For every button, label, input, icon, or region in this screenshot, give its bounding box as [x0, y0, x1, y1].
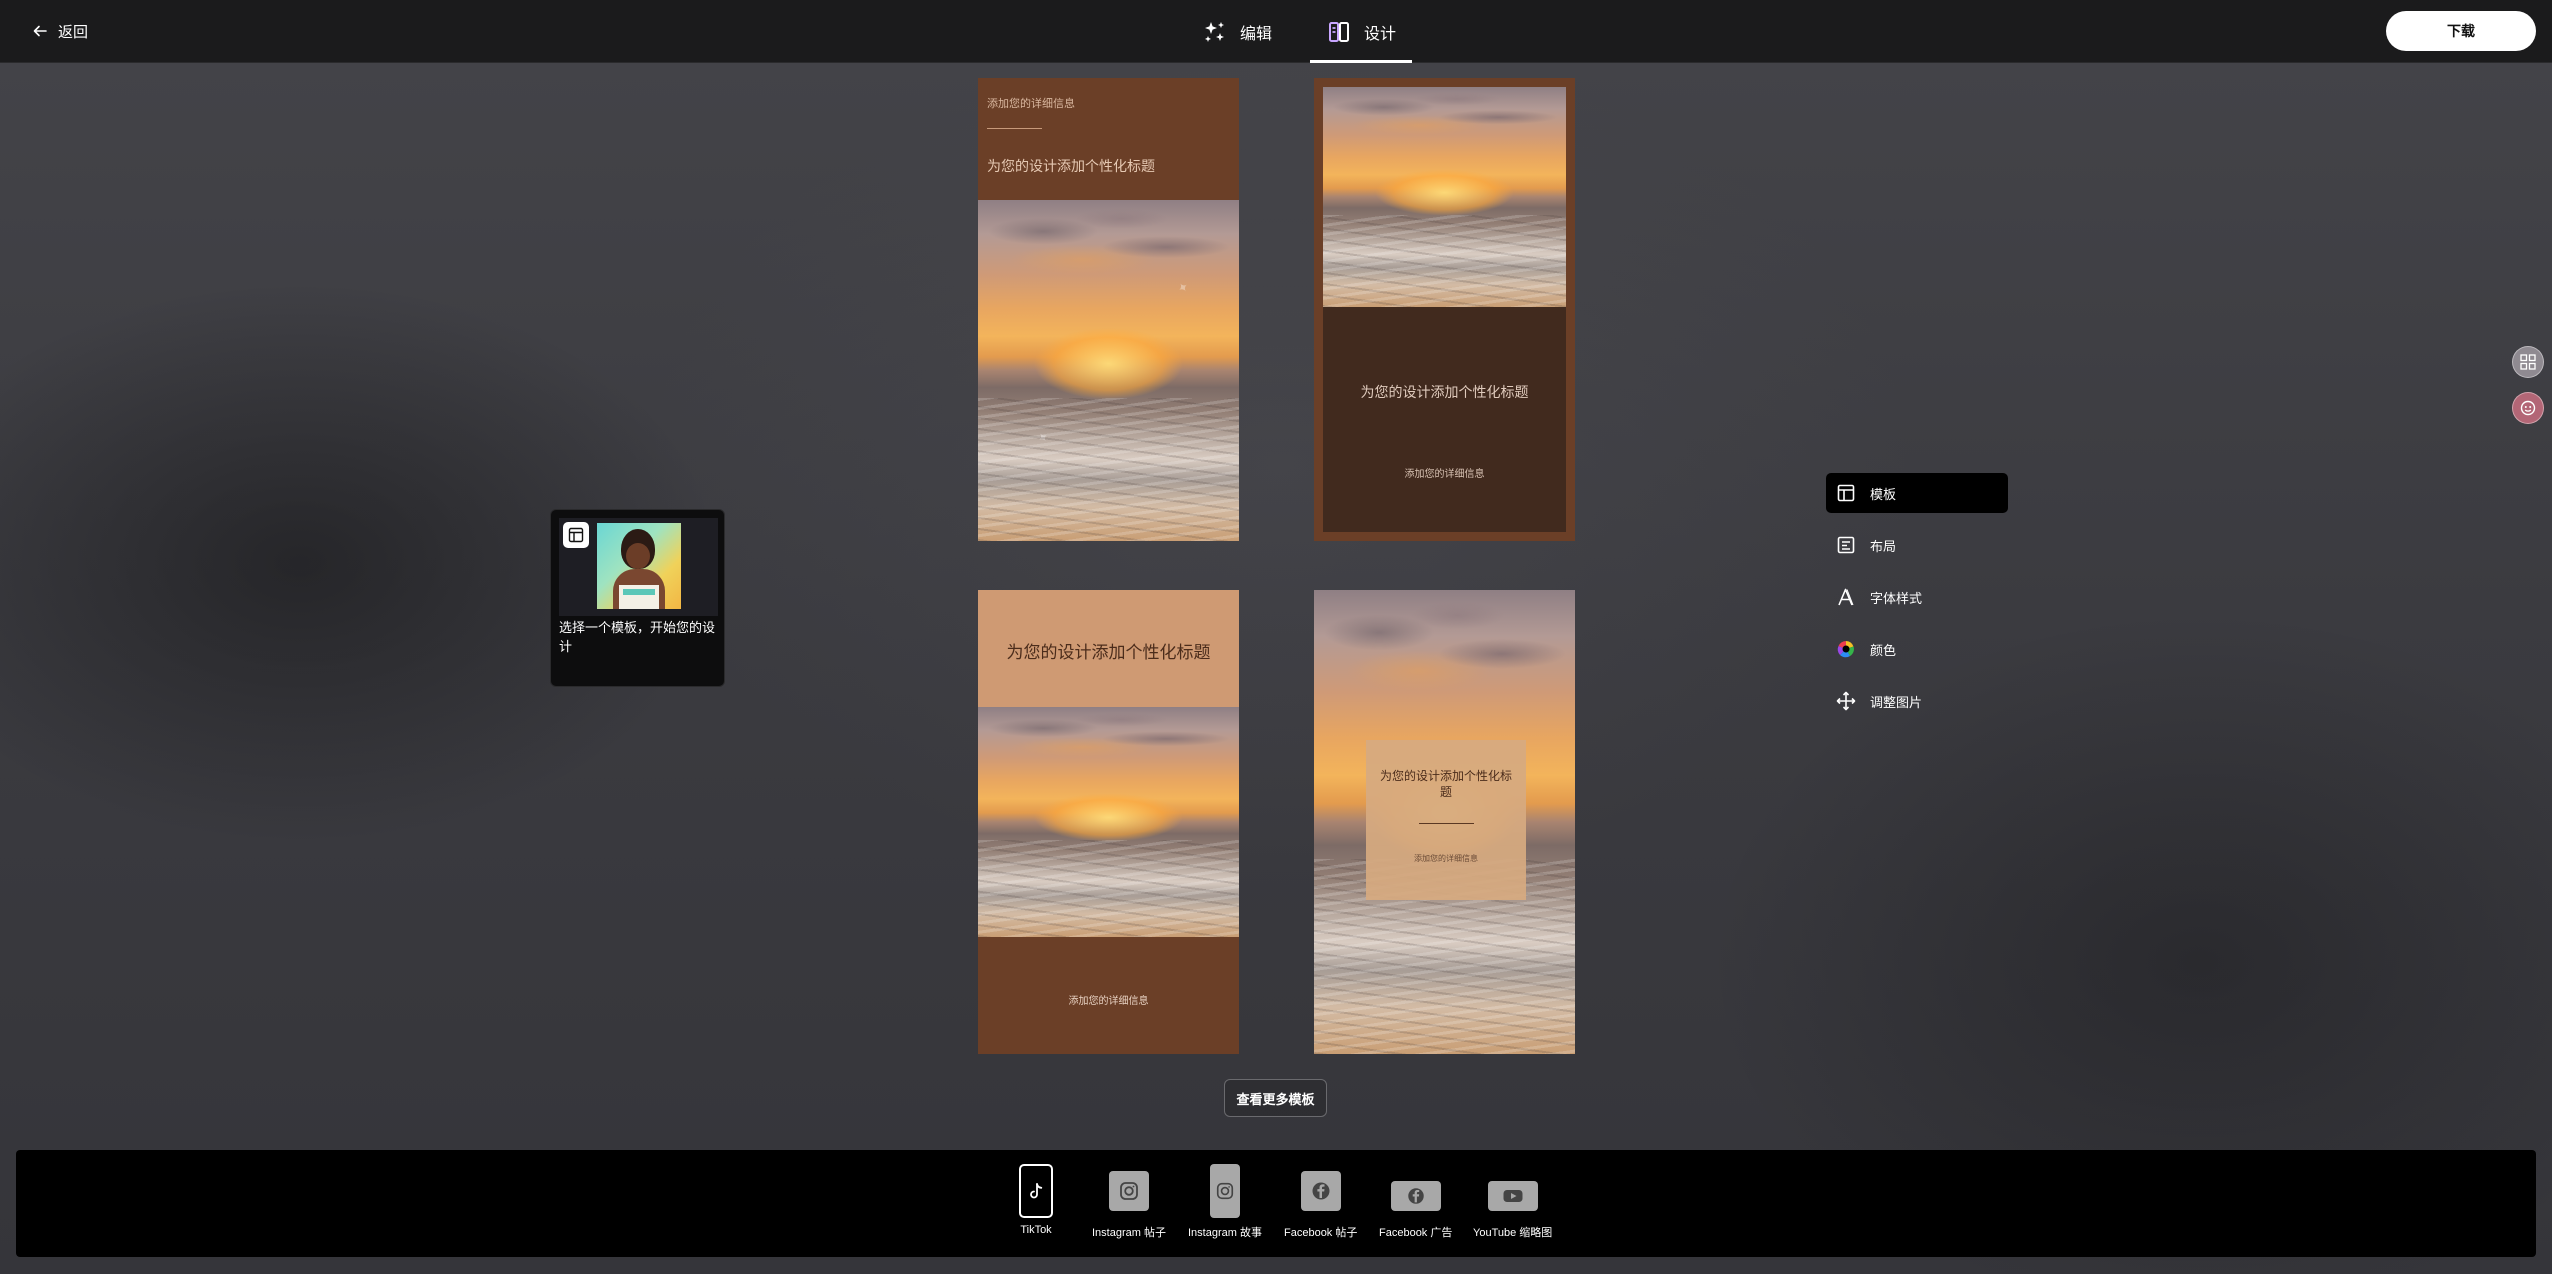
sparkles-icon	[1205, 21, 1224, 42]
youtube-icon	[1487, 1181, 1538, 1211]
divider	[987, 128, 1042, 129]
platform-instagram-story[interactable]: Instagram 故事	[1188, 1164, 1262, 1240]
template-card-1[interactable]: 添加您的详细信息 为您的设计添加个性化标题 ✦ ✦	[978, 78, 1239, 541]
divider	[1419, 823, 1474, 824]
template-header-band: 为您的设计添加个性化标题	[978, 590, 1239, 707]
tiktok-icon	[1019, 1164, 1053, 1218]
view-more-templates-button[interactable]: 查看更多模板	[1224, 1079, 1327, 1117]
sunset-beach-photo: ✦ ✦	[978, 200, 1239, 541]
platform-label: Instagram 帖子	[1092, 1227, 1166, 1239]
facebook-icon	[1300, 1171, 1341, 1211]
platform-youtube-thumbnail[interactable]: YouTube 缩略图	[1473, 1164, 1552, 1240]
template-title: 为您的设计添加个性化标题	[987, 158, 1155, 174]
person-photo-thumbnail	[597, 523, 681, 609]
sunset-beach-photo	[978, 707, 1239, 937]
watermark: ✦	[1174, 278, 1192, 297]
menu-item-adjust-image[interactable]: 调整图片	[1826, 681, 2008, 721]
back-label: 返回	[58, 23, 89, 41]
apps-widget-button[interactable]	[2512, 346, 2544, 378]
tab-edit-label: 编辑	[1240, 25, 1273, 43]
apps-grid-icon	[2520, 354, 2536, 370]
tab-design-label: 设计	[1364, 25, 1397, 43]
platform-label: Facebook 帖子	[1284, 1227, 1358, 1239]
template-hint-tooltip: 选择一个模板，开始您的设计	[550, 509, 725, 687]
menu-item-font-style[interactable]: 字体样式	[1826, 577, 2008, 617]
menu-item-label: 布局	[1870, 538, 1897, 554]
download-button[interactable]: 下载	[2386, 11, 2536, 51]
platform-facebook-post[interactable]: Facebook 帖子	[1284, 1164, 1357, 1240]
tab-design[interactable]: 设计	[1310, 0, 1413, 63]
template-icon	[563, 522, 589, 548]
template-text-box: 为您的设计添加个性化标题 添加您的详细信息	[1366, 740, 1526, 900]
move-arrows-icon	[1836, 691, 1856, 711]
menu-item-templates[interactable]: 模板	[1826, 473, 2008, 513]
hint-preview	[559, 518, 718, 616]
instagram-icon	[1108, 1171, 1149, 1211]
tooltip-text: 选择一个模板，开始您的设计	[559, 620, 716, 654]
color-wheel-icon	[1837, 640, 1854, 658]
menu-item-label: 颜色	[1870, 642, 1897, 658]
assistant-widget-button[interactable]	[2512, 392, 2544, 424]
arrow-left-icon	[33, 25, 47, 37]
platform-instagram-post[interactable]: Instagram 帖子	[1092, 1164, 1166, 1240]
assistant-avatar-icon	[2520, 400, 2536, 416]
platform-label: Instagram 故事	[1188, 1227, 1262, 1239]
sunset-beach-photo	[1323, 87, 1566, 307]
design-side-menu: 模板 布局 字体样式 颜色 调整图片	[1826, 473, 2008, 733]
watermark: ✦	[1034, 428, 1052, 447]
template-card-2[interactable]: 为您的设计添加个性化标题 添加您的详细信息	[1314, 78, 1575, 541]
menu-item-label: 模板	[1870, 486, 1897, 502]
template-title: 为您的设计添加个性化标题	[1006, 643, 1211, 662]
template-panel: 为您的设计添加个性化标题 添加您的详细信息	[1323, 87, 1566, 532]
menu-item-label: 字体样式	[1870, 590, 1923, 606]
menu-item-color[interactable]: 颜色	[1826, 629, 2008, 669]
facebook-icon	[1390, 1181, 1441, 1211]
template-icon	[1837, 484, 1855, 502]
menu-item-label: 调整图片	[1870, 694, 1923, 710]
template-subtitle: 添加您的详细信息	[1414, 854, 1478, 863]
design-panels-icon	[1329, 21, 1350, 42]
platform-size-bar: TikTok Instagram 帖子 Instagram 故事 Faceboo…	[16, 1150, 2536, 1257]
layout-icon	[1837, 536, 1855, 554]
platform-label: Facebook 广告	[1379, 1227, 1453, 1239]
template-title: 为您的设计添加个性化标题	[1379, 769, 1512, 799]
mode-tabs: 编辑 设计	[1186, 0, 1413, 63]
instagram-icon	[1209, 1164, 1240, 1218]
template-subtitle: 添加您的详细信息	[1404, 469, 1485, 480]
back-button[interactable]: 返回	[32, 18, 88, 44]
platform-tiktok[interactable]: TikTok	[1019, 1164, 1053, 1236]
template-card-4[interactable]: 为您的设计添加个性化标题 添加您的详细信息	[1314, 590, 1575, 1054]
menu-item-layout[interactable]: 布局	[1826, 525, 2008, 565]
platform-label: YouTube 缩略图	[1473, 1227, 1553, 1239]
platform-facebook-ad[interactable]: Facebook 广告	[1379, 1164, 1452, 1240]
platform-label: TikTok	[1020, 1224, 1052, 1236]
template-subtitle: 添加您的详细信息	[1068, 996, 1149, 1007]
template-subtitle: 添加您的详细信息	[987, 98, 1075, 110]
top-bar: 返回 编辑 设计 下载	[0, 0, 2552, 63]
font-style-icon	[1838, 588, 1854, 606]
tab-edit[interactable]: 编辑	[1186, 0, 1288, 63]
template-title: 为您的设计添加个性化标题	[1360, 384, 1529, 400]
template-card-3[interactable]: 为您的设计添加个性化标题 添加您的详细信息	[978, 590, 1239, 1054]
